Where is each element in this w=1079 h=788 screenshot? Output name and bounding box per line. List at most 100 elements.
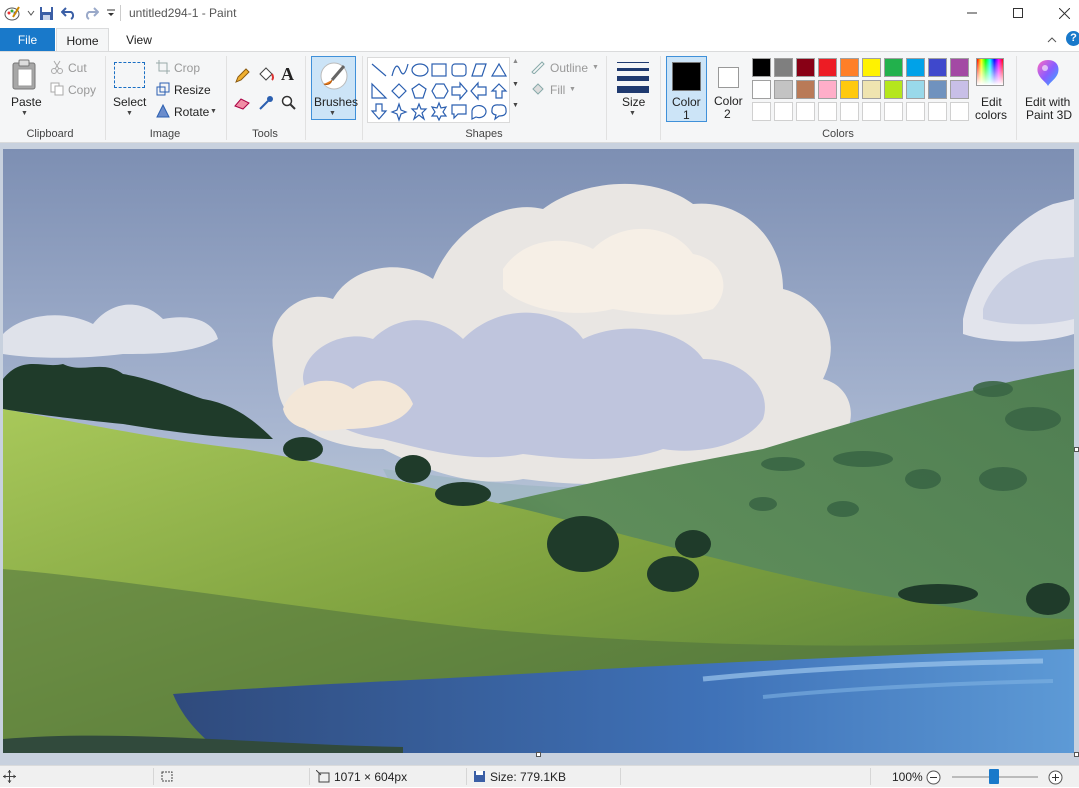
- outline-dropdown-icon[interactable]: ▼: [592, 64, 599, 71]
- palette-swatch[interactable]: [862, 80, 881, 99]
- fill-icon: [530, 82, 546, 99]
- custom-color-slot[interactable]: [796, 102, 815, 121]
- clipboard-group-label: Clipboard: [26, 128, 74, 140]
- paste-button[interactable]: Paste: [11, 95, 42, 109]
- palette-swatch[interactable]: [840, 58, 859, 77]
- palette-swatch[interactable]: [950, 58, 969, 77]
- magnifier-icon[interactable]: [281, 95, 297, 114]
- custom-color-slot[interactable]: [906, 102, 925, 121]
- resize-handle-bottom[interactable]: [536, 752, 541, 757]
- text-tool-icon[interactable]: A: [281, 64, 294, 85]
- palette-swatch[interactable]: [950, 80, 969, 99]
- color2-button[interactable]: Color 2: [710, 56, 748, 122]
- collapse-ribbon-icon[interactable]: [1047, 33, 1057, 47]
- shapes-gallery[interactable]: [367, 57, 510, 123]
- palette-swatch[interactable]: [752, 80, 771, 99]
- palette-swatch[interactable]: [840, 80, 859, 99]
- edit-colors-icon[interactable]: [976, 58, 1004, 86]
- palette-swatch[interactable]: [906, 58, 925, 77]
- palette-swatch[interactable]: [928, 80, 947, 99]
- color2-swatch: [718, 67, 739, 88]
- custom-color-slot[interactable]: [950, 102, 969, 121]
- color1-button[interactable]: Color 1: [666, 56, 707, 122]
- palette-swatch[interactable]: [862, 58, 881, 77]
- palette-swatch[interactable]: [796, 80, 815, 99]
- save-icon[interactable]: [38, 5, 54, 21]
- palette-swatch[interactable]: [884, 80, 903, 99]
- redo-icon[interactable]: [83, 5, 99, 21]
- select-dropdown-icon[interactable]: ▼: [126, 110, 133, 117]
- paint3d-icon[interactable]: [1034, 58, 1062, 91]
- brushes-button[interactable]: Brushes ▼: [311, 56, 358, 120]
- crop-button[interactable]: Crop: [174, 61, 200, 75]
- shapes-group-label: Shapes: [465, 128, 503, 140]
- zoom-out-icon[interactable]: [926, 770, 941, 788]
- rotate-dropdown-icon[interactable]: ▼: [210, 108, 217, 115]
- resize-handle-right[interactable]: [1074, 447, 1079, 452]
- copy-button[interactable]: Copy: [68, 83, 96, 97]
- palette-swatch[interactable]: [796, 58, 815, 77]
- paint-app-icon[interactable]: [4, 5, 20, 21]
- drawing-canvas[interactable]: [3, 149, 1074, 753]
- palette-swatch[interactable]: [928, 58, 947, 77]
- palette-swatch[interactable]: [774, 58, 793, 77]
- palette-swatch[interactable]: [884, 58, 903, 77]
- minimize-button[interactable]: [949, 0, 995, 26]
- fill-dropdown-icon[interactable]: ▼: [569, 86, 576, 93]
- shapes-more-icon[interactable]: ▼: [512, 102, 519, 109]
- palette-swatch[interactable]: [818, 80, 837, 99]
- resize-handle-corner[interactable]: [1074, 752, 1079, 757]
- cut-button[interactable]: Cut: [68, 61, 87, 75]
- size-button[interactable]: Size: [622, 95, 645, 109]
- fill-button[interactable]: Fill: [550, 83, 565, 97]
- palette-swatch[interactable]: [906, 80, 925, 99]
- landscape-painting[interactable]: [3, 149, 1074, 753]
- edit-colors-label-2[interactable]: colors: [975, 108, 1007, 122]
- paste-icon[interactable]: [11, 58, 39, 93]
- custom-color-slot[interactable]: [818, 102, 837, 121]
- select-icon[interactable]: [114, 62, 145, 88]
- outline-button[interactable]: Outline: [550, 61, 588, 75]
- zoom-in-icon[interactable]: [1048, 770, 1063, 788]
- customize-toolbar-icon[interactable]: [103, 5, 119, 21]
- shapes-scroll-up-icon[interactable]: ▲: [512, 58, 519, 65]
- file-size: Size: 779.1KB: [490, 770, 567, 784]
- edit-colors-label[interactable]: Edit: [981, 95, 1002, 109]
- color-picker-icon[interactable]: [258, 95, 274, 114]
- undo-icon[interactable]: [61, 5, 77, 21]
- custom-color-slot[interactable]: [752, 102, 771, 121]
- eraser-icon[interactable]: [234, 96, 250, 113]
- custom-color-slot[interactable]: [862, 102, 881, 121]
- fill-bucket-icon[interactable]: [257, 67, 275, 86]
- tools-group-label: Tools: [252, 128, 278, 140]
- rotate-button[interactable]: Rotate: [174, 105, 209, 119]
- paste-dropdown-icon[interactable]: ▼: [21, 110, 28, 117]
- resize-button[interactable]: Resize: [174, 83, 211, 97]
- select-button[interactable]: Select: [113, 95, 146, 109]
- outline-icon: [530, 60, 546, 77]
- paint3d-label[interactable]: Edit with: [1025, 95, 1070, 109]
- size-icon[interactable]: [617, 62, 649, 93]
- dropdown-arrow-icon[interactable]: [23, 5, 39, 21]
- palette-swatch[interactable]: [752, 58, 771, 77]
- pencil-icon[interactable]: [234, 68, 250, 87]
- paint3d-label-2[interactable]: Paint 3D: [1026, 108, 1072, 122]
- help-icon[interactable]: ?: [1066, 31, 1079, 46]
- tab-home[interactable]: Home: [56, 28, 109, 52]
- zoom-slider-thumb[interactable]: [989, 769, 999, 784]
- palette-swatch[interactable]: [774, 80, 793, 99]
- custom-color-slot[interactable]: [928, 102, 947, 121]
- tab-view[interactable]: View: [114, 28, 164, 52]
- copy-icon: [50, 82, 64, 99]
- group-divider: [226, 56, 227, 140]
- tab-file[interactable]: File: [0, 28, 55, 51]
- custom-color-slot[interactable]: [774, 102, 793, 121]
- canvas-workspace[interactable]: [0, 143, 1079, 765]
- maximize-button[interactable]: [995, 0, 1041, 26]
- palette-swatch[interactable]: [818, 58, 837, 77]
- shapes-scroll-down-icon[interactable]: ▼: [512, 81, 519, 88]
- custom-color-slot[interactable]: [840, 102, 859, 121]
- size-dropdown-icon[interactable]: ▼: [629, 110, 636, 117]
- close-button[interactable]: [1041, 0, 1079, 26]
- custom-color-slot[interactable]: [884, 102, 903, 121]
